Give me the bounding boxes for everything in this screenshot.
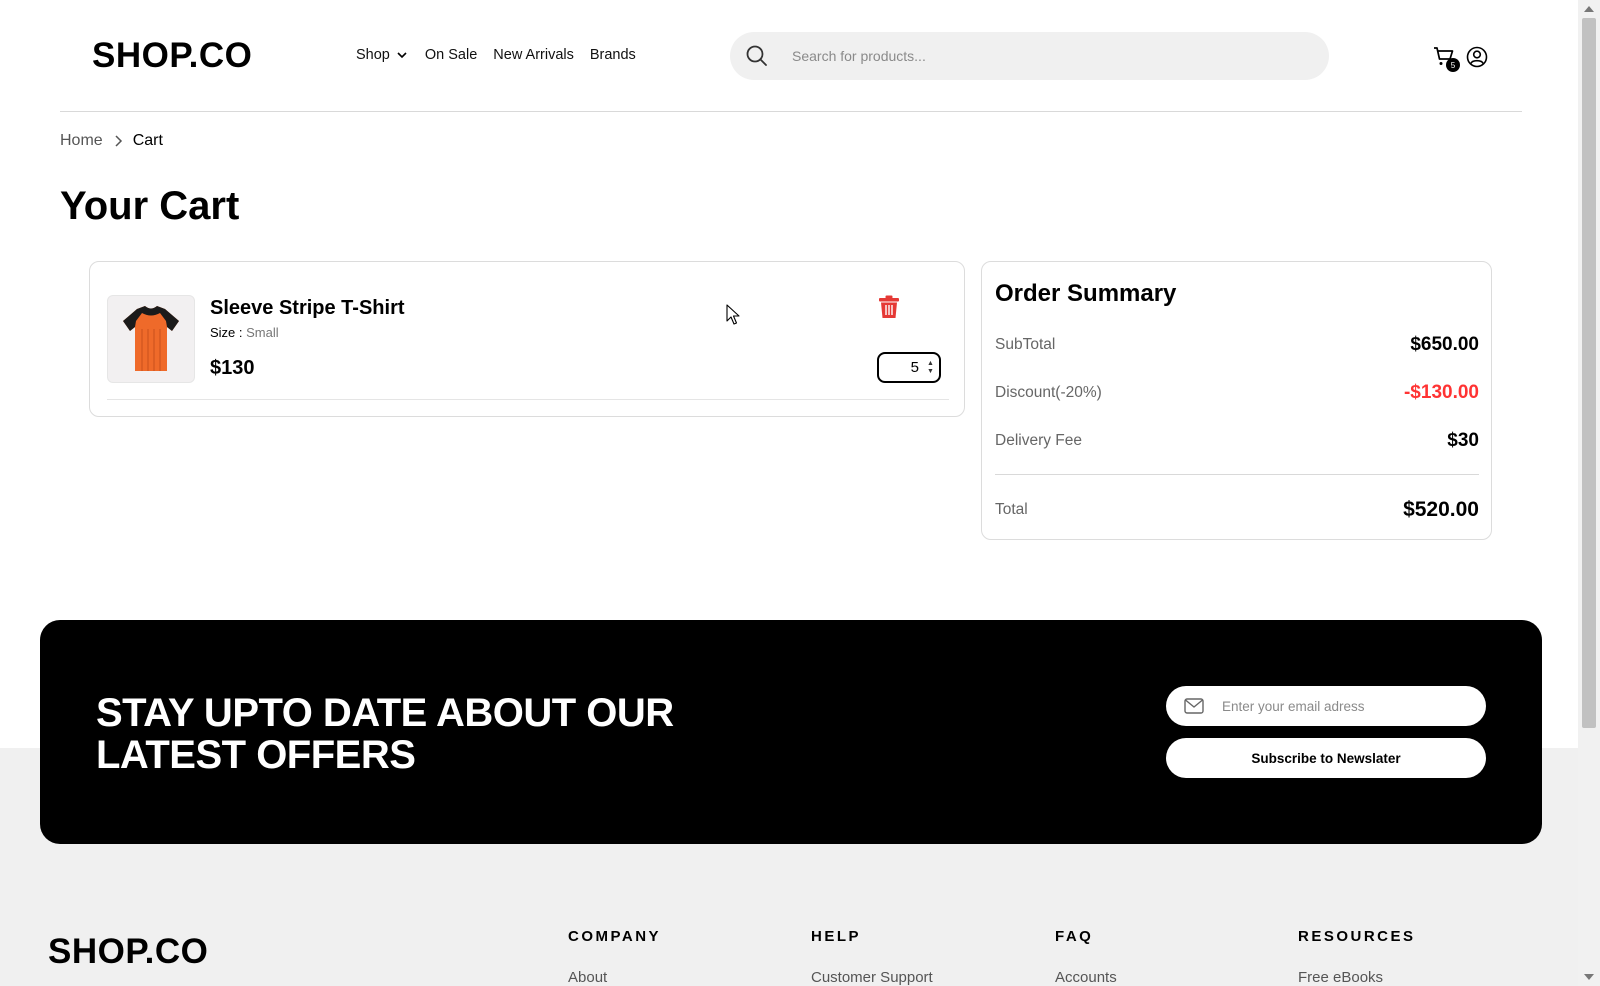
breadcrumb-current: Cart	[132, 132, 163, 149]
mouse-cursor-icon	[726, 304, 740, 325]
summary-divider	[995, 474, 1479, 475]
total-value: $520.00	[1403, 498, 1479, 521]
subtotal-row: SubTotal $650.00	[995, 334, 1479, 356]
subtotal-label: SubTotal	[995, 336, 1056, 353]
site-header: SHOP.CO Shop On Sale New Arrivals Brands…	[0, 0, 1578, 112]
newsletter-banner: STAY UPTO DATE ABOUT OUR LATEST OFFERS S…	[40, 620, 1542, 844]
discount-row: Discount(-20%) -$130.00	[995, 382, 1479, 404]
page-scrollbar[interactable]	[1578, 0, 1600, 986]
footer-heading-company: COMPANY	[568, 928, 662, 945]
newsletter-email-input[interactable]	[1222, 698, 1462, 714]
newsletter-email-field	[1166, 686, 1486, 726]
nav-brands[interactable]: Brands	[590, 47, 636, 63]
search-input[interactable]	[792, 48, 1272, 64]
main-nav: Shop On Sale New Arrivals Brands	[356, 47, 636, 63]
footer-heading-resources: RESOURCES	[1298, 928, 1416, 945]
product-name[interactable]: Sleeve Stripe T-Shirt	[210, 297, 405, 320]
footer-heading-faq: FAQ	[1055, 928, 1094, 945]
scroll-down-icon[interactable]	[1584, 974, 1594, 980]
footer-col-resources: RESOURCES Free eBooks	[1298, 928, 1416, 986]
header-actions: 5	[1432, 44, 1488, 72]
size-value: Small	[246, 325, 279, 340]
header-divider	[60, 111, 1522, 112]
nav-on-sale[interactable]: On Sale	[425, 47, 477, 63]
tshirt-image	[123, 306, 179, 371]
subtotal-value: $650.00	[1410, 334, 1479, 355]
footer-link-customer-support[interactable]: Customer Support	[811, 969, 933, 986]
footer-link-about[interactable]: About	[568, 969, 661, 986]
mail-icon	[1184, 698, 1204, 714]
search-icon[interactable]	[744, 43, 770, 69]
footer-col-faq: FAQ Accounts	[1055, 928, 1117, 986]
order-summary: Order Summary SubTotal $650.00 Discount(…	[981, 261, 1492, 540]
nav-new-arrivals[interactable]: New Arrivals	[493, 47, 574, 63]
newsletter-title: STAY UPTO DATE ABOUT OUR LATEST OFFERS	[96, 692, 736, 776]
nav-shop[interactable]: Shop	[356, 47, 409, 63]
product-size: Size : Small	[210, 325, 279, 340]
chevron-right-icon	[115, 135, 122, 147]
trash-icon[interactable]	[878, 295, 900, 319]
order-summary-title: Order Summary	[995, 280, 1177, 307]
newsletter-title-line1: STAY UPTO DATE ABOUT OUR	[96, 691, 674, 735]
quantity-stepper: ▲ ▼	[877, 352, 941, 383]
delivery-value: $30	[1447, 430, 1479, 451]
scroll-up-icon[interactable]	[1584, 6, 1594, 12]
spin-up-icon[interactable]: ▲	[927, 360, 934, 368]
delivery-label: Delivery Fee	[995, 432, 1082, 449]
size-label: Size :	[210, 325, 243, 340]
page-title: Your Cart	[60, 184, 240, 228]
discount-label: Discount(-20%)	[995, 384, 1102, 401]
user-icon[interactable]	[1466, 46, 1488, 68]
footer-col-company: COMPANY About	[568, 928, 661, 986]
subscribe-button[interactable]: Subscribe to Newslater	[1166, 738, 1486, 778]
footer-link-free-ebooks[interactable]: Free eBooks	[1298, 969, 1416, 986]
total-label: Total	[995, 501, 1028, 518]
total-row: Total $520.00	[995, 498, 1479, 522]
quantity-input[interactable]	[879, 359, 919, 376]
spin-down-icon[interactable]: ▼	[927, 368, 934, 376]
quantity-spinner[interactable]: ▲ ▼	[927, 360, 934, 376]
footer-logo[interactable]: SHOP.CO	[48, 932, 208, 972]
cart-button[interactable]: 5	[1432, 44, 1460, 72]
site-logo[interactable]: SHOP.CO	[92, 36, 252, 76]
breadcrumb-home[interactable]: Home	[60, 132, 103, 150]
cart-items-panel: Sleeve Stripe T-Shirt Size : Small $130 …	[89, 261, 965, 417]
breadcrumb: Home Cart	[60, 132, 163, 150]
footer-heading-help: HELP	[811, 928, 862, 945]
cart-count-badge: 5	[1446, 58, 1460, 72]
nav-shop-label: Shop	[356, 47, 390, 63]
chevron-down-icon	[397, 52, 407, 59]
item-divider	[107, 399, 949, 400]
footer-link-accounts[interactable]: Accounts	[1055, 969, 1117, 986]
discount-value: -$130.00	[1403, 382, 1479, 403]
search-bar	[730, 32, 1329, 80]
newsletter-title-line2: LATEST OFFERS	[96, 733, 416, 777]
product-thumbnail[interactable]	[107, 295, 195, 383]
scrollbar-thumb[interactable]	[1582, 18, 1596, 728]
delivery-row: Delivery Fee $30	[995, 430, 1479, 452]
product-price: $130	[210, 357, 255, 379]
footer-col-help: HELP Customer Support	[811, 928, 933, 986]
